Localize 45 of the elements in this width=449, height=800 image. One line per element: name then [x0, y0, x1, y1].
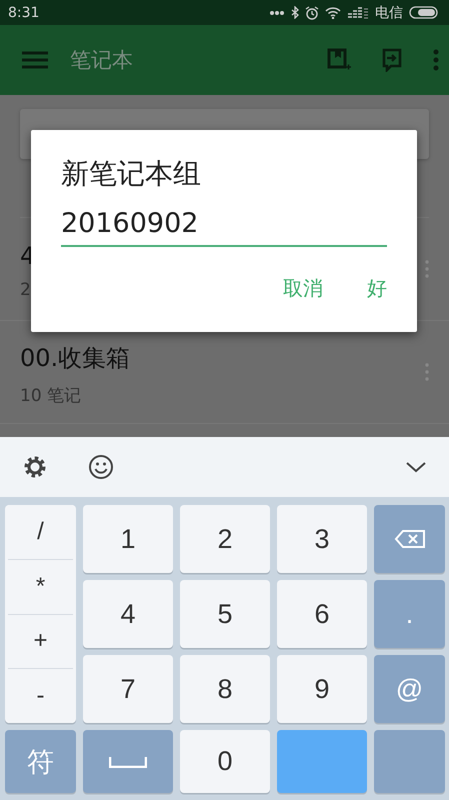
digit-key[interactable]: 7 [83, 655, 173, 723]
enter-key[interactable] [277, 730, 367, 793]
app-title: 笔记本 [70, 47, 134, 74]
note-count: 2 [20, 280, 31, 300]
digit-key[interactable]: 9 [277, 655, 367, 723]
backspace-icon [394, 529, 426, 549]
menu-button[interactable] [22, 51, 48, 69]
menu-icon [22, 51, 48, 69]
digit-key[interactable]: 2 [180, 505, 270, 573]
note-count: 10 笔记 [20, 384, 82, 406]
smiley-icon [88, 454, 114, 480]
dialog-title: 新笔记本组 [61, 156, 202, 192]
space-key[interactable] [83, 730, 173, 793]
digit-key[interactable]: 1 [83, 505, 173, 573]
import-button[interactable] [381, 48, 403, 72]
battery-icon [409, 6, 439, 19]
signal-icon [347, 6, 369, 18]
digit-key[interactable]: 3 [277, 505, 367, 573]
keyboard-key[interactable] [374, 730, 445, 793]
digit-key[interactable]: 0 [180, 730, 270, 793]
settings-button[interactable] [22, 454, 48, 480]
book-plus-icon [327, 48, 351, 72]
chevron-down-icon [405, 461, 427, 473]
import-icon [381, 48, 403, 72]
digit-key[interactable]: 5 [180, 580, 270, 648]
settings-icon [22, 454, 48, 480]
digit-key[interactable]: 6 [277, 580, 367, 648]
more-icon [433, 49, 439, 71]
notebook-name-field[interactable]: 20160902 [61, 208, 387, 247]
more-button[interactable] [433, 49, 439, 71]
new-notebook-button[interactable] [327, 48, 351, 72]
digit-key[interactable]: 4 [83, 580, 173, 648]
space-icon [109, 756, 147, 768]
digit-key[interactable]: 8 [180, 655, 270, 723]
wifi-icon [325, 6, 341, 18]
backspace-key[interactable] [374, 505, 445, 573]
hide-keyboard-button[interactable] [405, 461, 427, 473]
symbol-key[interactable]: / [8, 505, 73, 560]
notebook-title: 00.收集箱 [20, 342, 130, 374]
clock: 8:31 [8, 4, 40, 20]
alarm-icon [305, 6, 319, 20]
dots-icon [269, 10, 285, 16]
carrier-name: 电信 [375, 4, 403, 22]
bluetooth-icon [291, 6, 299, 19]
emoji-button[interactable] [88, 454, 114, 480]
